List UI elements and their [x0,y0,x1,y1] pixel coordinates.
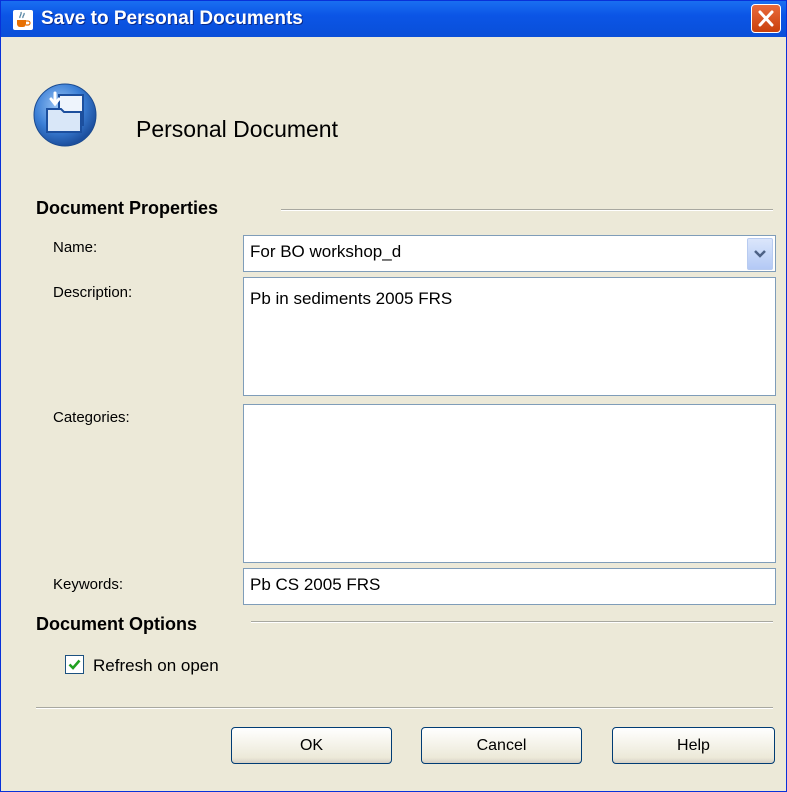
keywords-value: Pb CS 2005 FRS [250,575,381,594]
name-dropdown-button[interactable] [747,238,773,270]
help-button[interactable]: Help [612,727,775,764]
description-label: Description: [53,284,133,301]
name-label: Name: [53,239,98,256]
name-combobox[interactable]: For BO workshop_d [243,235,776,272]
name-value: For BO workshop_d [250,242,402,261]
java-cup-icon [13,10,33,30]
window-title: Save to Personal Documents [41,8,303,29]
description-value: Pb in sediments 2005 FRS [250,289,453,308]
cancel-button[interactable]: Cancel [421,727,582,764]
refresh-on-open-checkbox[interactable] [65,655,84,674]
categories-label: Categories: [53,409,130,426]
keywords-label: Keywords: [53,576,124,593]
section-divider [251,621,773,623]
title-bar[interactable]: Save to Personal Documents [1,1,786,37]
ok-button[interactable]: OK [231,727,392,764]
section-divider [281,209,773,211]
header-title: Personal Document [136,116,338,142]
checkmark-icon [68,659,81,670]
footer-divider [36,707,773,709]
dialog-window: Save to Personal Documents Personal Docu… [0,0,787,792]
section-document-properties: Document Properties [36,198,219,218]
refresh-on-open-label[interactable]: Refresh on open [93,656,219,676]
personal-document-icon [33,83,97,147]
close-icon [758,10,774,27]
keywords-input[interactable]: Pb CS 2005 FRS [243,568,776,605]
categories-textarea[interactable] [243,404,776,563]
chevron-down-icon [754,250,766,258]
section-document-options: Document Options [36,614,197,634]
close-button[interactable] [751,4,781,33]
description-textarea[interactable]: Pb in sediments 2005 FRS [243,277,776,396]
